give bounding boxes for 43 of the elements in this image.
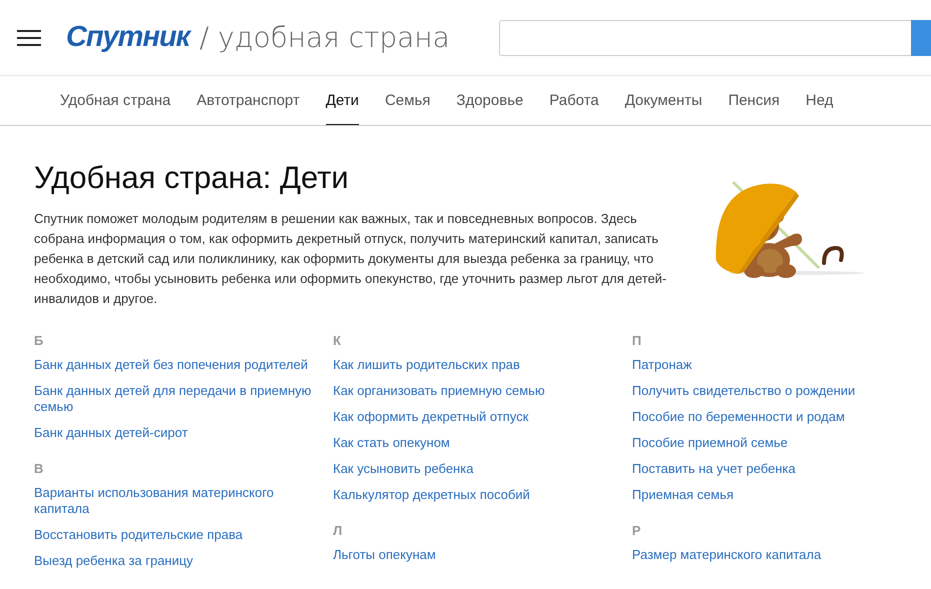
topic-link[interactable]: Как оформить декретный отпуск — [333, 409, 528, 425]
nav-tab[interactable]: Удобная страна — [60, 76, 171, 125]
topic-link[interactable]: Как стать опекуном — [333, 435, 450, 451]
menu-icon — [17, 28, 41, 46]
topic-link[interactable]: Получить свидетельство о рождении — [632, 383, 856, 399]
topic-link[interactable]: Как усыновить ребенка — [333, 461, 474, 477]
search-field[interactable] — [499, 20, 911, 56]
nav-tab[interactable]: Дети — [326, 76, 359, 125]
topic-link[interactable]: Поставить на учет ребенка — [632, 461, 796, 477]
site-logo[interactable]: Спутник — [66, 21, 190, 54]
topic-link[interactable]: Выезд ребенка за границу — [34, 553, 194, 569]
topic-link[interactable]: Банк данных детей для передачи в приемную семью — [34, 383, 330, 415]
letter-heading: Л — [333, 523, 342, 538]
topic-link[interactable]: Банк данных детей без попечения родителей — [34, 357, 308, 373]
topic-link[interactable]: Варианты использования материнского капитала — [34, 485, 330, 517]
search-button[interactable] — [911, 20, 931, 56]
topic-link[interactable]: Как лишить родительских прав — [333, 357, 520, 373]
menu-button[interactable] — [17, 28, 41, 46]
nav-tab[interactable]: Здоровье — [456, 76, 524, 125]
nav-tab[interactable]: Работа — [549, 76, 599, 125]
topic-link[interactable]: Льготы опекунам — [333, 547, 436, 563]
letter-heading: В — [34, 461, 44, 476]
topic-link[interactable]: Пособие приемной семье — [632, 435, 788, 451]
nav-tab[interactable]: Нед — [806, 76, 834, 125]
intro-paragraph: Спутник поможет молодым родителям в решении как важных, так и повседневных вопросов. Здесь собрана информация о том, как оформить декретный отпуск, получить материнский капитал, записать ребенка в детский сад или поликлинику, как оформить документы для выезда ребенка за границу, что необходимо, чтобы усыновить ребенка или оформить опекунство, где уточнить размер льгот для детей-инвалидов и другое. — [34, 210, 668, 308]
nav-tab[interactable]: Пенсия — [728, 76, 780, 125]
topic-link[interactable]: Банк данных детей-сирот — [34, 425, 188, 441]
letter-heading: П — [632, 333, 642, 348]
topic-link[interactable]: Приемная семья — [632, 487, 734, 503]
nav-tab[interactable]: Автотранспорт — [196, 76, 300, 125]
topic-link[interactable]: Размер материнского капитала — [632, 547, 822, 563]
page-heading: Удобная страна: Дети — [34, 160, 350, 196]
letter-heading: Б — [34, 333, 44, 348]
nav-tab[interactable]: Документы — [624, 76, 702, 125]
topic-link[interactable]: Как организовать приемную семью — [333, 383, 545, 399]
topic-link[interactable]: Пособие по беременности и родам — [632, 409, 845, 425]
letter-heading: Р — [632, 523, 641, 538]
nav-tab[interactable]: Семья — [384, 76, 430, 125]
letter-heading: К — [333, 333, 341, 348]
section-title: / удобная страна — [200, 21, 450, 54]
topic-link[interactable]: Калькулятор декретных пособий — [333, 487, 530, 503]
topic-link[interactable]: Патронаж — [632, 357, 692, 373]
topic-link[interactable]: Восстановить родительские права — [34, 527, 243, 543]
